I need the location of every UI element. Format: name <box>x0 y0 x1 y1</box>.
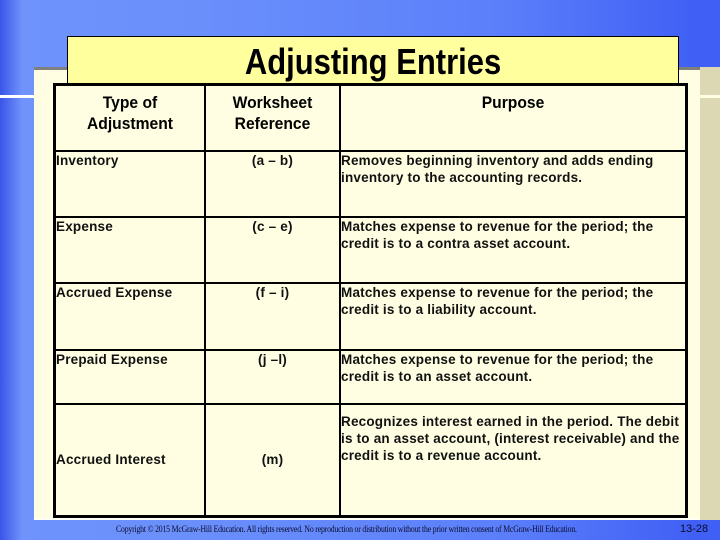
header-worksheet-reference: Worksheet Reference <box>204 83 341 152</box>
cell-reference: (j –l) <box>204 349 341 405</box>
cell-type: Accrued Interest <box>53 402 206 518</box>
slide-title: Adjusting Entries <box>244 41 502 82</box>
cell-type: Prepaid Expense <box>53 349 206 405</box>
right-decorative-line <box>700 95 720 98</box>
copyright-notice: Copyright © 2015 McGraw-Hill Education. … <box>116 524 577 534</box>
table-header-row: Type of Adjustment Worksheet Reference P… <box>53 83 688 152</box>
adjusting-entries-table: Type of Adjustment Worksheet Reference P… <box>53 83 688 518</box>
table-row: Accrued Expense (f – i) Matches expense … <box>53 282 688 352</box>
cell-type: Accrued Expense <box>53 282 206 352</box>
table-row: Expense (c – e) Matches expense to reven… <box>53 216 688 285</box>
cell-purpose: Matches expense to revenue for the perio… <box>339 216 688 285</box>
page-number: 13-28 <box>680 523 709 535</box>
header-purpose: Purpose <box>339 83 688 152</box>
cell-type: Expense <box>53 216 206 285</box>
table-row: Prepaid Expense (j –l) Matches expense t… <box>53 349 688 405</box>
slide-title-box: Adjusting Entries <box>67 36 679 84</box>
cell-purpose: Removes beginning inventory and adds end… <box>339 149 688 219</box>
header-label: Worksheet Reference <box>232 93 313 133</box>
table-row: Accrued Interest (m) Recognizes interest… <box>53 402 688 518</box>
right-decorative-strip <box>700 67 720 520</box>
cell-purpose: Matches expense to revenue for the perio… <box>339 282 688 352</box>
table-row: Inventory (a – b) Removes beginning inve… <box>53 149 688 219</box>
cell-reference: (a – b) <box>204 149 341 219</box>
header-type-of-adjustment: Type of Adjustment <box>53 83 206 152</box>
cell-type: Inventory <box>53 149 206 219</box>
cell-purpose: Matches expense to revenue for the perio… <box>339 349 688 405</box>
left-decorative-line <box>0 95 34 98</box>
header-label: Type of Adjustment <box>86 93 174 133</box>
cell-reference: (f – i) <box>204 282 341 352</box>
header-label: Purpose <box>481 93 545 112</box>
cell-purpose: Recognizes interest earned in the period… <box>339 402 688 518</box>
cell-reference: (c – e) <box>204 216 341 285</box>
cell-reference: (m) <box>204 402 341 518</box>
bottom-decorative-line <box>34 518 700 520</box>
slide-footer: Copyright © 2015 McGraw-Hill Education. … <box>0 521 720 540</box>
